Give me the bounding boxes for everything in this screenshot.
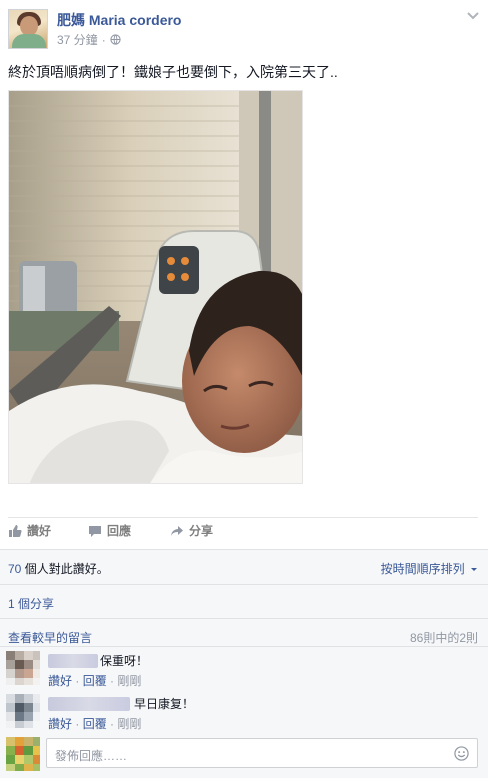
commenter-avatar[interactable] [6, 651, 40, 685]
ufi-divider [0, 646, 488, 647]
post-actions: 讚好 回應 分享 [0, 522, 488, 544]
comment-label: 回應 [107, 524, 132, 538]
smile-icon[interactable] [454, 746, 469, 761]
comment-actions: 讚好 · 回覆 · 剛剛 [48, 715, 141, 732]
likes-summary[interactable]: 70 個人對此讚好。 [8, 560, 109, 577]
shares-link[interactable]: 1 個分享 [8, 595, 54, 612]
ufi-divider [0, 618, 488, 619]
comment-text: 保重呀！ [100, 654, 149, 668]
like-button[interactable]: 讚好 [8, 522, 51, 539]
comment-timestamp[interactable]: 剛剛 [117, 717, 141, 731]
comment-actions: 讚好 · 回覆 · 剛剛 [48, 672, 141, 689]
ufi-divider [0, 584, 488, 585]
separator: · [72, 674, 83, 688]
post-header: 肥媽 Maria cordero 37 分鐘 · [0, 0, 488, 56]
viewer-avatar [6, 737, 40, 771]
reply-placeholder: 發佈回應…… [55, 749, 128, 763]
comment-like-link[interactable]: 讚好 [48, 717, 72, 731]
comment-item: 早日康复！ 讚好 · 回覆 · 剛剛 [0, 694, 488, 734]
share-arrow-icon [171, 525, 183, 536]
comment-reply-link[interactable]: 回覆 [83, 717, 107, 731]
sort-label: 按時間順序排列 [380, 562, 465, 576]
commenter-name-redacted[interactable] [48, 697, 130, 711]
chevron-down-icon [471, 567, 477, 571]
actions-divider [8, 517, 478, 518]
comment-text: 早日康复！ [134, 697, 195, 711]
likes-text: 個人對此讚好。 [21, 562, 109, 576]
meta-separator: · [101, 32, 106, 47]
separator: · [72, 717, 83, 731]
chevron-down-icon[interactable] [466, 10, 480, 22]
share-button[interactable]: 分享 [170, 522, 213, 539]
author-name[interactable]: 肥媽 Maria cordero [57, 10, 181, 30]
like-label: 讚好 [27, 524, 52, 538]
post-timestamp[interactable]: 37 分鐘 [57, 31, 98, 48]
likes-row: 70 個人對此讚好。 按時間順序排列 [0, 560, 488, 576]
commenter-name-redacted[interactable] [48, 654, 98, 668]
comment-button[interactable]: 回應 [88, 522, 131, 539]
likes-count: 70 [8, 562, 22, 576]
share-label: 分享 [189, 524, 214, 538]
thumbs-up-icon [9, 524, 22, 537]
older-comments-row: 查看較早的留言 86則中的2則 [0, 629, 488, 645]
post-meta: 37 分鐘 · [57, 31, 121, 48]
photo-illustration [9, 91, 302, 483]
separator: · [106, 674, 118, 688]
shares-row: 1 個分享 [0, 595, 488, 611]
comment-timestamp[interactable]: 剛剛 [117, 674, 141, 688]
view-older-comments-link[interactable]: 查看較早的留言 [8, 629, 92, 646]
reply-composer: 發佈回應…… [0, 736, 488, 772]
author-avatar[interactable] [8, 9, 48, 49]
comment-reply-link[interactable]: 回覆 [83, 674, 107, 688]
post-message: 終於頂唔順病倒了！鐵娘子也要倒下，入院第三天了.. [8, 64, 338, 80]
sort-dropdown[interactable]: 按時間順序排列 [381, 560, 478, 577]
reply-input[interactable]: 發佈回應…… [46, 738, 478, 768]
speech-bubble-icon [89, 525, 101, 537]
post-photo[interactable] [8, 90, 303, 484]
globe-icon[interactable] [110, 34, 121, 45]
comment-like-link[interactable]: 讚好 [48, 674, 72, 688]
comment-item: 保重呀！ 讚好 · 回覆 · 剛剛 [0, 651, 488, 691]
comment-page-info: 86則中的2則 [409, 631, 478, 645]
separator: · [106, 717, 118, 731]
commenter-avatar[interactable] [6, 694, 40, 728]
